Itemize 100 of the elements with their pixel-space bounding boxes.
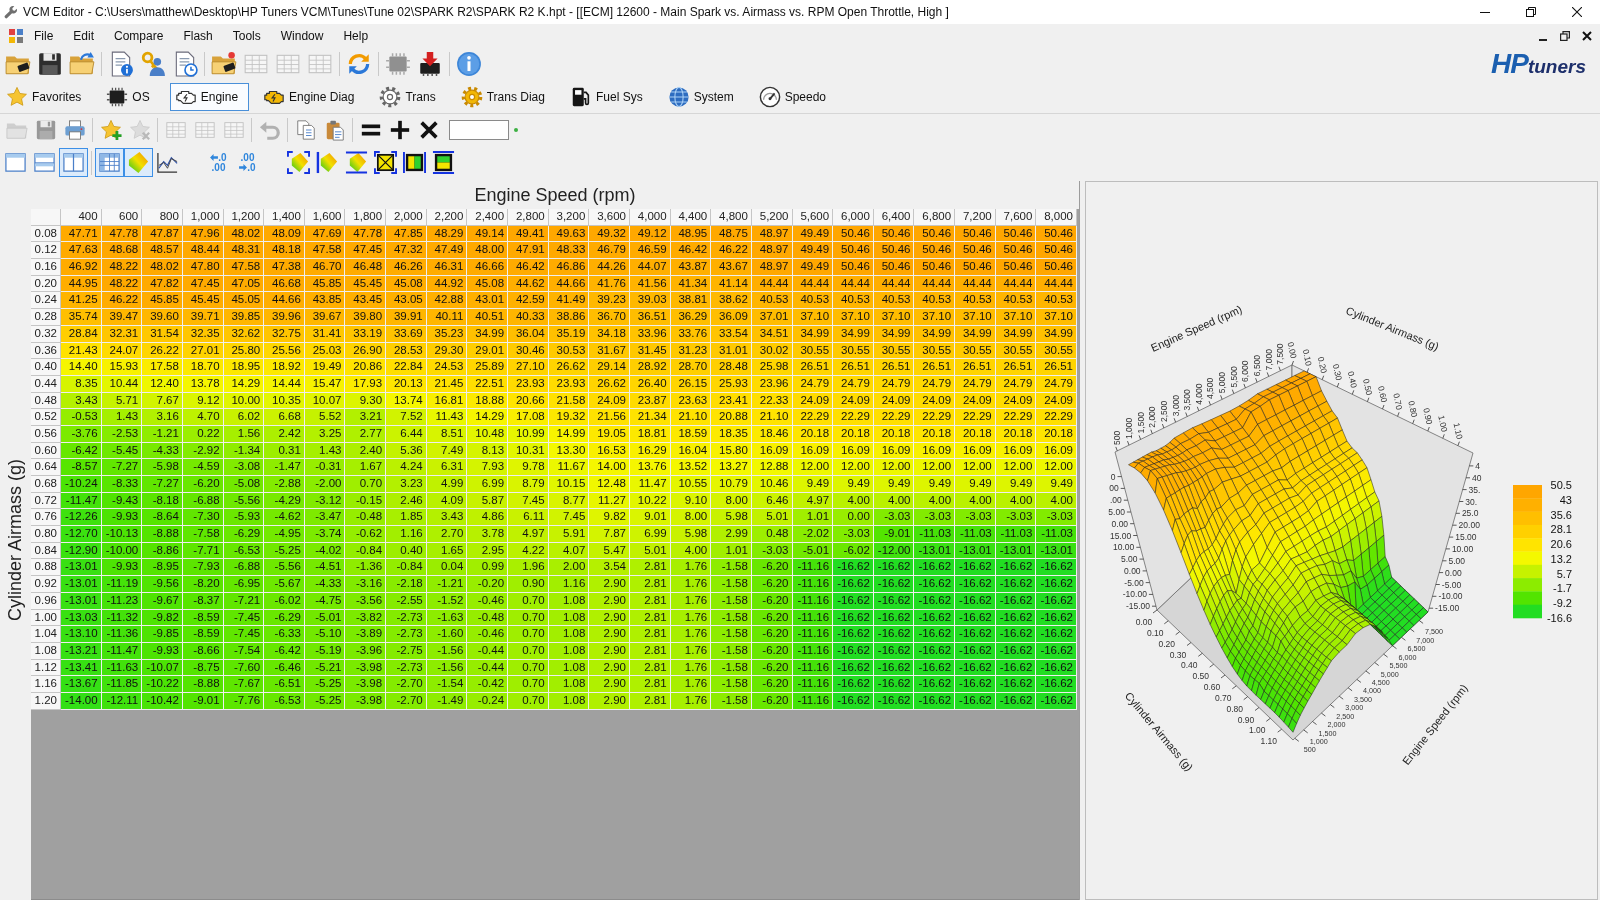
table-cell[interactable]: 9.49 — [792, 476, 834, 493]
table-cell[interactable]: 26.51 — [873, 359, 915, 376]
table-cell[interactable]: -6.20 — [751, 626, 793, 643]
table-cell[interactable]: 47.38 — [264, 259, 305, 276]
table-cell[interactable]: 47.58 — [304, 242, 346, 260]
table-cell[interactable]: 4.86 — [467, 509, 509, 527]
table-cell[interactable]: 1.01 — [792, 509, 834, 527]
table-cell[interactable]: -3.03 — [914, 509, 956, 527]
table-cell[interactable]: 42.88 — [426, 292, 468, 310]
table-cell[interactable]: 46.42 — [508, 259, 549, 276]
table-cell[interactable]: -6.20 — [751, 559, 793, 577]
table-cell[interactable]: 48.18 — [264, 242, 305, 260]
table-cell[interactable]: -16.62 — [995, 559, 1037, 577]
table-cell[interactable]: -5.98 — [142, 459, 183, 476]
table-cell[interactable]: 0.00 — [833, 509, 874, 527]
column-header[interactable]: 5,600 — [792, 209, 834, 226]
table-cell[interactable]: -2.73 — [386, 626, 427, 643]
table-cell[interactable]: 39.80 — [345, 309, 387, 326]
table-cell[interactable]: 46.26 — [386, 259, 427, 276]
table-cell[interactable]: 29.14 — [589, 359, 630, 376]
table-cell[interactable]: 40.53 — [751, 292, 793, 310]
column-header[interactable]: 800 — [142, 209, 183, 226]
table-cell[interactable]: -1.60 — [426, 626, 468, 643]
table-cell[interactable]: -8.33 — [101, 476, 143, 493]
table-cell[interactable]: -13.67 — [61, 676, 102, 693]
table-cell[interactable]: -16.62 — [1036, 626, 1077, 643]
table-cell[interactable]: -11.03 — [955, 526, 996, 543]
table-cell[interactable]: 49.49 — [792, 242, 834, 260]
table-cell[interactable]: 50.46 — [873, 259, 915, 276]
table-cell[interactable]: 37.10 — [955, 309, 996, 326]
table-cell[interactable]: 27.10 — [508, 359, 549, 376]
table-cell[interactable]: 1.16 — [386, 526, 427, 543]
table-cell[interactable]: 44.66 — [264, 292, 305, 310]
column-header[interactable]: 6,400 — [873, 209, 915, 226]
table-cell[interactable]: 11.67 — [548, 459, 590, 476]
table-cell[interactable]: -11.16 — [792, 676, 834, 693]
table-cell[interactable]: -4.59 — [182, 459, 224, 476]
restore-icon[interactable] — [1560, 30, 1570, 41]
table-cell[interactable]: 0.90 — [508, 576, 549, 593]
table-cell[interactable]: -16.62 — [955, 626, 996, 643]
close-icon[interactable] — [1582, 30, 1592, 41]
table-cell[interactable]: 22.84 — [386, 359, 427, 376]
table-cell[interactable]: -9.56 — [142, 576, 183, 593]
table-cell[interactable]: 8.79 — [508, 476, 549, 493]
table-cell[interactable]: 47.32 — [386, 242, 427, 260]
table-cell[interactable]: 14.00 — [589, 459, 630, 476]
table-cell[interactable]: 44.07 — [629, 259, 671, 276]
table-cell[interactable]: 37.10 — [792, 309, 834, 326]
table-cell[interactable]: 20.86 — [345, 359, 387, 376]
table-cell[interactable]: 37.10 — [1036, 309, 1077, 326]
speedometer-icon[interactable] — [758, 86, 781, 108]
table-cell[interactable]: 48.31 — [223, 242, 265, 260]
table-cell[interactable]: 9.49 — [1036, 476, 1077, 493]
table-cell[interactable]: 48.22 — [101, 259, 143, 276]
table-cell[interactable]: 5.01 — [751, 509, 793, 527]
menu-item[interactable]: Edit — [63, 28, 105, 43]
table-cell[interactable]: -11.85 — [101, 676, 143, 693]
table-cell[interactable]: -6.20 — [182, 476, 224, 493]
table-cell[interactable]: 40.53 — [833, 292, 874, 310]
table-cell[interactable]: 41.25 — [61, 292, 102, 310]
table-cell[interactable]: 47.58 — [223, 259, 265, 276]
table-cell[interactable]: 2.90 — [589, 676, 630, 693]
table-cell[interactable]: -8.20 — [182, 576, 224, 593]
table-cell[interactable]: -16.62 — [1036, 576, 1077, 593]
column-header[interactable]: 1,200 — [223, 209, 265, 226]
table-cell[interactable]: 26.51 — [792, 359, 834, 376]
table-cell[interactable]: 18.92 — [264, 359, 305, 376]
table-cell[interactable]: 1.76 — [670, 559, 712, 577]
table-cell[interactable]: 4.97 — [508, 526, 549, 543]
table-cell[interactable]: 46.31 — [426, 259, 468, 276]
table-cell[interactable]: 4.24 — [386, 459, 427, 476]
table-cell[interactable]: -16.62 — [995, 576, 1037, 593]
table-cell[interactable]: 0.70 — [508, 626, 549, 643]
row-header[interactable]: 0.88 — [31, 559, 61, 577]
table-cell[interactable]: 6.02 — [223, 409, 265, 426]
table-cell[interactable]: 8.00 — [670, 509, 712, 527]
table-cell[interactable]: 50.46 — [833, 259, 874, 276]
table-cell[interactable]: -4.62 — [264, 509, 305, 527]
table-cell[interactable]: 12.00 — [833, 459, 874, 476]
table-cell[interactable]: -1.36 — [345, 559, 387, 577]
table-cell[interactable]: -7.45 — [223, 626, 265, 643]
table-cell[interactable]: 6.68 — [264, 409, 305, 426]
menu-item[interactable]: Flash — [173, 28, 223, 43]
table-cell[interactable]: -2.00 — [304, 476, 346, 493]
table-cell[interactable]: -7.30 — [182, 509, 224, 527]
table-cell[interactable]: -5.10 — [304, 626, 346, 643]
table-cell[interactable]: -16.62 — [914, 559, 956, 577]
table-cell[interactable]: -7.58 — [182, 526, 224, 543]
table-cell[interactable]: -1.21 — [426, 576, 468, 593]
table-cell[interactable]: 5.52 — [304, 409, 346, 426]
table-cell[interactable]: 6.31 — [426, 459, 468, 476]
table-cell[interactable]: 10.46 — [751, 476, 793, 493]
table-cell[interactable]: 0.48 — [751, 526, 793, 543]
row-header[interactable]: 0.24 — [31, 292, 61, 310]
table-cell[interactable]: 40.53 — [955, 292, 996, 310]
column-header[interactable]: 6,000 — [833, 209, 874, 226]
table-cell[interactable]: 7.45 — [548, 509, 590, 527]
table-cell[interactable]: -3.47 — [304, 509, 346, 527]
table-cell[interactable]: 39.91 — [386, 309, 427, 326]
row-header[interactable]: 0.92 — [31, 576, 61, 593]
